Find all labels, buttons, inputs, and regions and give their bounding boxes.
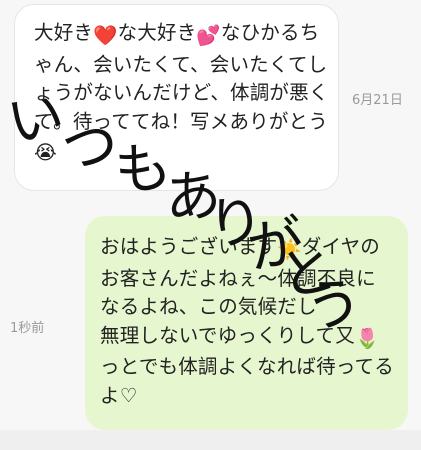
sent-line-1: おはようございます☀️ダイヤの <box>100 233 400 265</box>
sent-line-5: っとでも体調よくなれば待ってる <box>100 355 394 378</box>
received-line-1: 大好き❤️な大好き💕なひかるち <box>34 19 328 51</box>
received-line-3: ょうがないんだけど、体調が悪く <box>34 81 329 104</box>
received-line-5: 😭 <box>34 136 328 168</box>
received-line-4: て。待っててね！写メありがとう <box>34 109 328 133</box>
sent-line-2: お客さんだよねぇ〜体調不良に <box>100 266 376 290</box>
tulip-emoji-icon: 🌷 <box>354 326 380 350</box>
sent-line-6: よ♡ <box>100 383 138 407</box>
heart-emoji-icon: ❤️ <box>93 24 118 47</box>
crying-face-emoji-icon: 😭 <box>34 141 57 164</box>
sent-message-bubble[interactable]: おはようございます☀️ダイヤの お客さんだよねぇ〜体調不良に なるよね、この気候… <box>85 216 408 430</box>
sent-timestamp: 1秒前 <box>10 321 45 336</box>
bottom-bar <box>0 430 421 450</box>
received-message-bubble[interactable]: 大好き❤️な大好き💕なひかるち ゃん、会いたくて、会いたくてし ょうがないんだけ… <box>14 4 339 191</box>
received-timestamp: 6月21日 <box>352 93 403 108</box>
chat-screen: 大好き❤️な大好き💕なひかるち ゃん、会いたくて、会いたくてし ょうがないんだけ… <box>0 0 421 450</box>
received-line-2: ゃん、会いたくて、会いたくてし <box>34 52 328 76</box>
sun-emoji-icon: ☀️ <box>277 238 302 261</box>
sent-line-3: なるよね、この気候だし <box>100 295 317 318</box>
two-hearts-emoji-icon: 💕 <box>196 24 221 47</box>
sent-line-4: 無理しないでゆっくりして又🌷 <box>100 322 400 354</box>
